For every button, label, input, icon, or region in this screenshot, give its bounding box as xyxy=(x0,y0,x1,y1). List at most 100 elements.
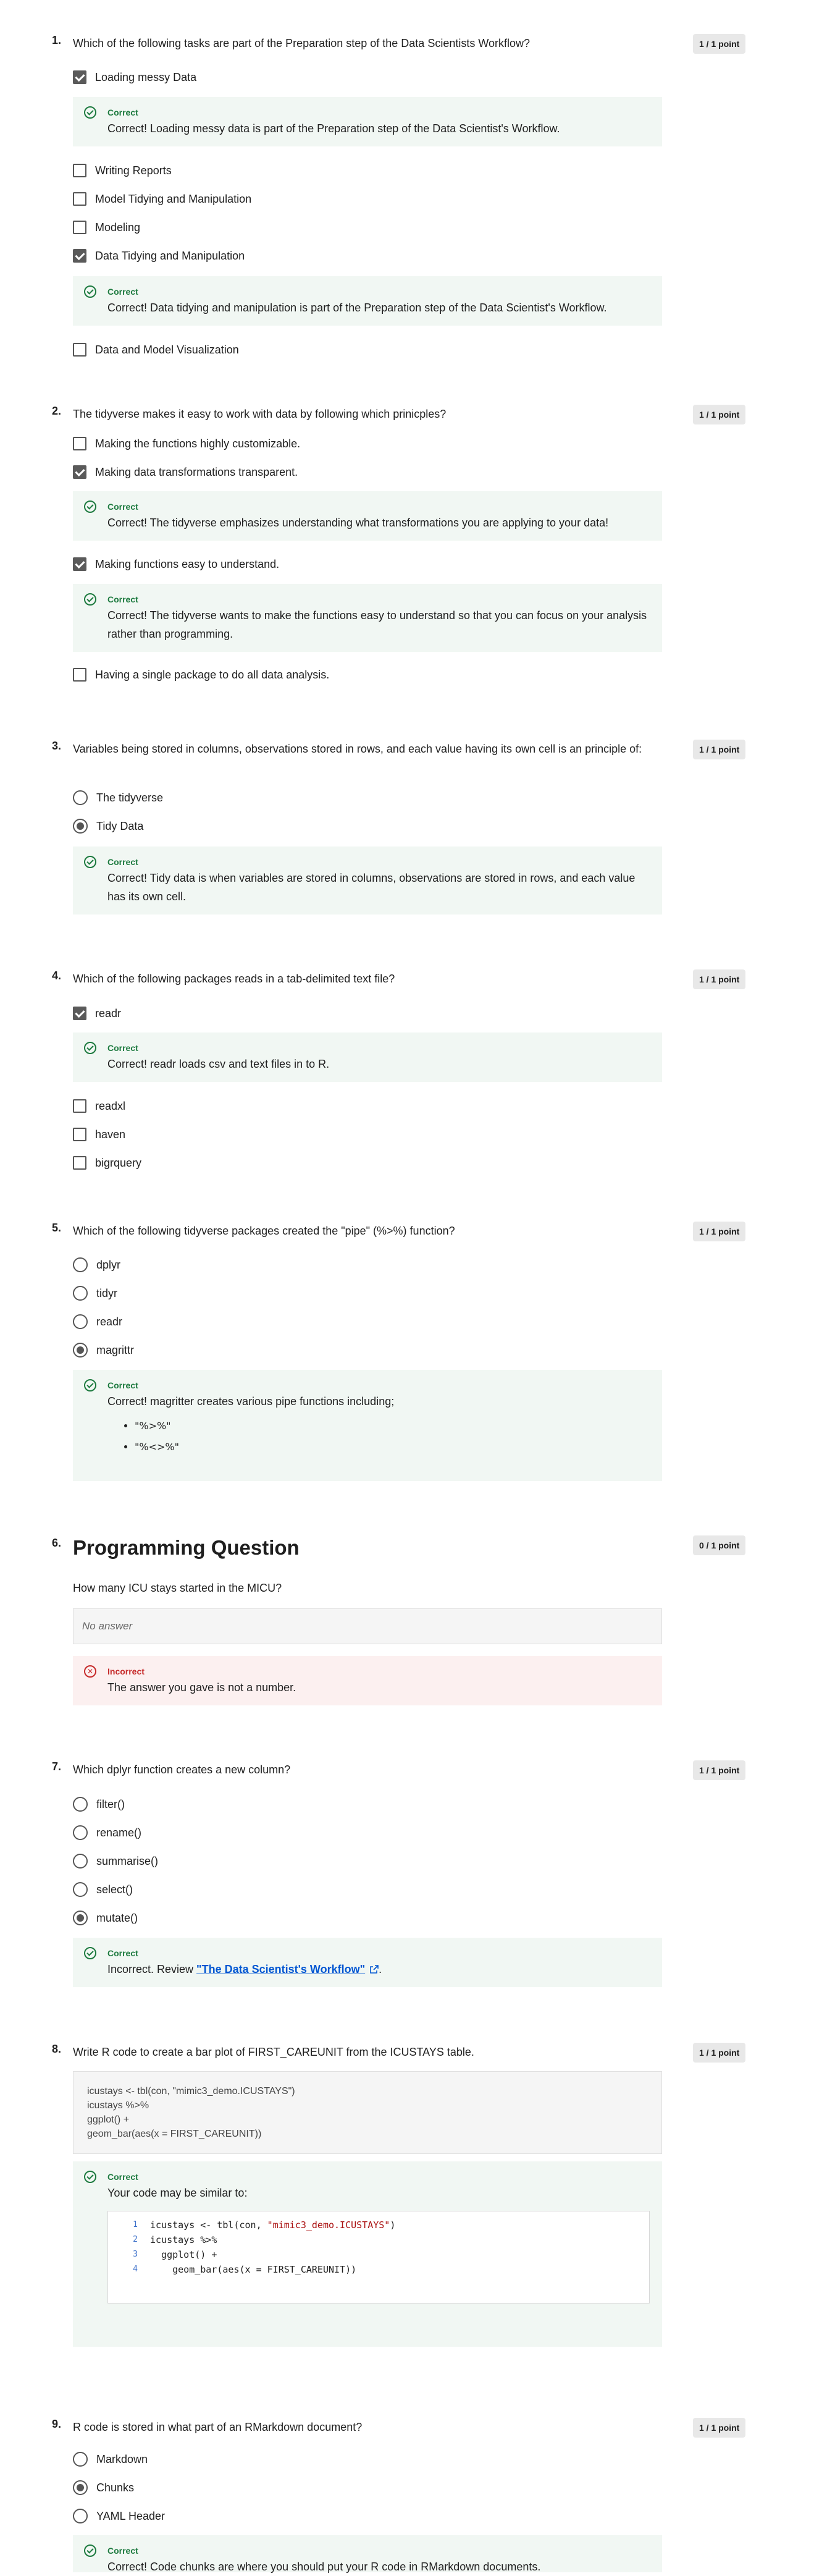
checkbox-checked[interactable] xyxy=(73,70,86,84)
check-circle-icon xyxy=(84,1947,96,1959)
option-rename[interactable]: rename() xyxy=(73,1823,141,1842)
option-loading-messy-data[interactable]: Loading messy Data xyxy=(73,68,196,87)
checkbox-checked[interactable] xyxy=(73,1007,86,1020)
check-circle-icon xyxy=(84,856,96,868)
option-markdown[interactable]: Markdown xyxy=(73,2450,148,2468)
code-viewer: 1 icustays <- tbl(con, "mimic3_demo.ICUST… xyxy=(107,2211,650,2304)
option-label: magrittr xyxy=(96,1343,135,1356)
checkbox[interactable] xyxy=(73,1156,86,1170)
radio-button-selected[interactable] xyxy=(73,2480,88,2495)
workflow-link[interactable]: "The Data Scientist's Workflow" xyxy=(196,1963,365,1975)
check-circle-icon xyxy=(84,593,96,606)
code-line: icustays <- tbl(con, "mimic3_demo.ICUSTA… xyxy=(87,2086,295,2097)
feedback-text: Correct! The tidyverse emphasizes unders… xyxy=(107,517,609,529)
option-select[interactable]: select() xyxy=(73,1880,133,1899)
checkbox-checked[interactable] xyxy=(73,557,86,571)
feedback-status: Correct xyxy=(107,502,138,512)
option-label: YAML Header xyxy=(96,2509,166,2522)
option-label: Markdown xyxy=(96,2452,148,2465)
checkbox[interactable] xyxy=(73,164,86,177)
option-label: haven xyxy=(95,1128,126,1141)
answer-code-field[interactable]: icustays <- tbl(con, "mimic3_demo.ICUSTA… xyxy=(73,2071,662,2154)
option-label: Modeling xyxy=(95,221,141,234)
option-readr[interactable]: readr xyxy=(73,1312,122,1331)
option-readxl[interactable]: readxl xyxy=(73,1097,125,1115)
checkbox[interactable] xyxy=(73,1099,86,1113)
question-text: Which dplyr function creates a new colum… xyxy=(73,1763,291,1776)
radio-button-selected[interactable] xyxy=(73,1343,88,1358)
radio-button[interactable] xyxy=(73,1854,88,1869)
option-dplyr[interactable]: dplyr xyxy=(73,1256,120,1274)
checkbox[interactable] xyxy=(73,192,86,206)
check-circle-icon xyxy=(84,1379,96,1391)
radio-button[interactable] xyxy=(73,1314,88,1329)
radio-button-selected[interactable] xyxy=(73,1911,88,1925)
radio-button-selected[interactable] xyxy=(73,819,88,834)
option-modeling[interactable]: Modeling xyxy=(73,218,140,237)
option-bigrquery[interactable]: bigrquery xyxy=(73,1154,141,1172)
feedback-correct: Correct Correct! The tidyverse wants to … xyxy=(73,584,662,652)
answer-field[interactable]: No answer xyxy=(73,1608,662,1644)
feedback-status: Correct xyxy=(107,2172,138,2182)
radio-button[interactable] xyxy=(73,1286,88,1301)
radio-button[interactable] xyxy=(73,1825,88,1840)
feedback-status: Correct xyxy=(107,857,138,867)
quiz-page: 1. Which of the following tasks are part… xyxy=(0,0,814,2573)
radio-button[interactable] xyxy=(73,1797,88,1812)
pipe-list: "%>%" "%<>%" xyxy=(107,1416,650,1458)
option-tidy-data[interactable]: Tidy Data xyxy=(73,817,143,835)
feedback-correct: Correct Incorrect. Review "The Data Scie… xyxy=(73,1938,662,1987)
line-number: 2 xyxy=(133,2235,138,2244)
feedback-correct: Correct Correct! The tidyverse emphasize… xyxy=(73,491,662,541)
checkbox[interactable] xyxy=(73,343,86,357)
checkbox[interactable] xyxy=(73,668,86,682)
question-number: 7. xyxy=(52,1760,62,1773)
checkbox-checked[interactable] xyxy=(73,465,86,479)
feedback-correct: Correct Correct! magritter creates vario… xyxy=(73,1370,662,1481)
question-number: 6. xyxy=(52,1537,62,1549)
option-yaml-header[interactable]: YAML Header xyxy=(73,2507,165,2525)
option-haven[interactable]: haven xyxy=(73,1125,125,1144)
option-chunks[interactable]: Chunks xyxy=(73,2478,134,2497)
feedback-status: Correct xyxy=(107,2546,138,2556)
option-filter[interactable]: filter() xyxy=(73,1795,125,1814)
question-text: The tidyverse makes it easy to work with… xyxy=(73,408,447,420)
feedback-text: The answer you gave is not a number. xyxy=(107,1681,296,1694)
option-single-package[interactable]: Having a single package to do all data a… xyxy=(73,665,329,684)
checkbox[interactable] xyxy=(73,221,86,234)
check-circle-icon xyxy=(84,285,96,298)
radio-button[interactable] xyxy=(73,1257,88,1272)
checkbox[interactable] xyxy=(73,437,86,450)
option-readr[interactable]: readr xyxy=(73,1004,121,1023)
option-writing-reports[interactable]: Writing Reports xyxy=(73,161,172,180)
option-magrittr[interactable]: magrittr xyxy=(73,1341,134,1359)
option-data-tidying[interactable]: Data Tidying and Manipulation xyxy=(73,247,245,265)
feedback-status: Correct xyxy=(107,108,138,117)
option-data-model-visualization[interactable]: Data and Model Visualization xyxy=(73,340,239,359)
checkbox-checked[interactable] xyxy=(73,249,86,263)
option-the-tidyverse[interactable]: The tidyverse xyxy=(73,788,163,807)
question-heading: Programming Question xyxy=(73,1536,300,1559)
radio-button[interactable] xyxy=(73,1882,88,1897)
radio-button[interactable] xyxy=(73,790,88,805)
option-customizable[interactable]: Making the functions highly customizable… xyxy=(73,434,300,453)
feedback-status: Incorrect xyxy=(107,1666,145,1676)
option-label: Loading messy Data xyxy=(95,70,197,83)
points-badge: 1 / 1 point xyxy=(693,1760,746,1780)
option-mutate[interactable]: mutate() xyxy=(73,1909,138,1927)
external-link-icon[interactable] xyxy=(370,1965,379,1974)
radio-button[interactable] xyxy=(73,2509,88,2523)
feedback-suffix: . xyxy=(379,1963,382,1975)
option-easy-to-understand[interactable]: Making functions easy to understand. xyxy=(73,555,279,573)
option-transparent[interactable]: Making data transformations transparent. xyxy=(73,463,298,481)
question-number: 5. xyxy=(52,1222,62,1234)
option-label: readr xyxy=(95,1007,122,1020)
checkbox[interactable] xyxy=(73,1128,86,1141)
option-tidyr[interactable]: tidyr xyxy=(73,1284,117,1303)
code-line: icustays %>% xyxy=(87,2100,149,2111)
code-text: ggplot() + xyxy=(150,2249,217,2260)
option-summarise[interactable]: summarise() xyxy=(73,1852,158,1870)
radio-button[interactable] xyxy=(73,2452,88,2467)
question-number: 2. xyxy=(52,405,62,417)
option-model-tidying[interactable]: Model Tidying and Manipulation xyxy=(73,190,251,208)
